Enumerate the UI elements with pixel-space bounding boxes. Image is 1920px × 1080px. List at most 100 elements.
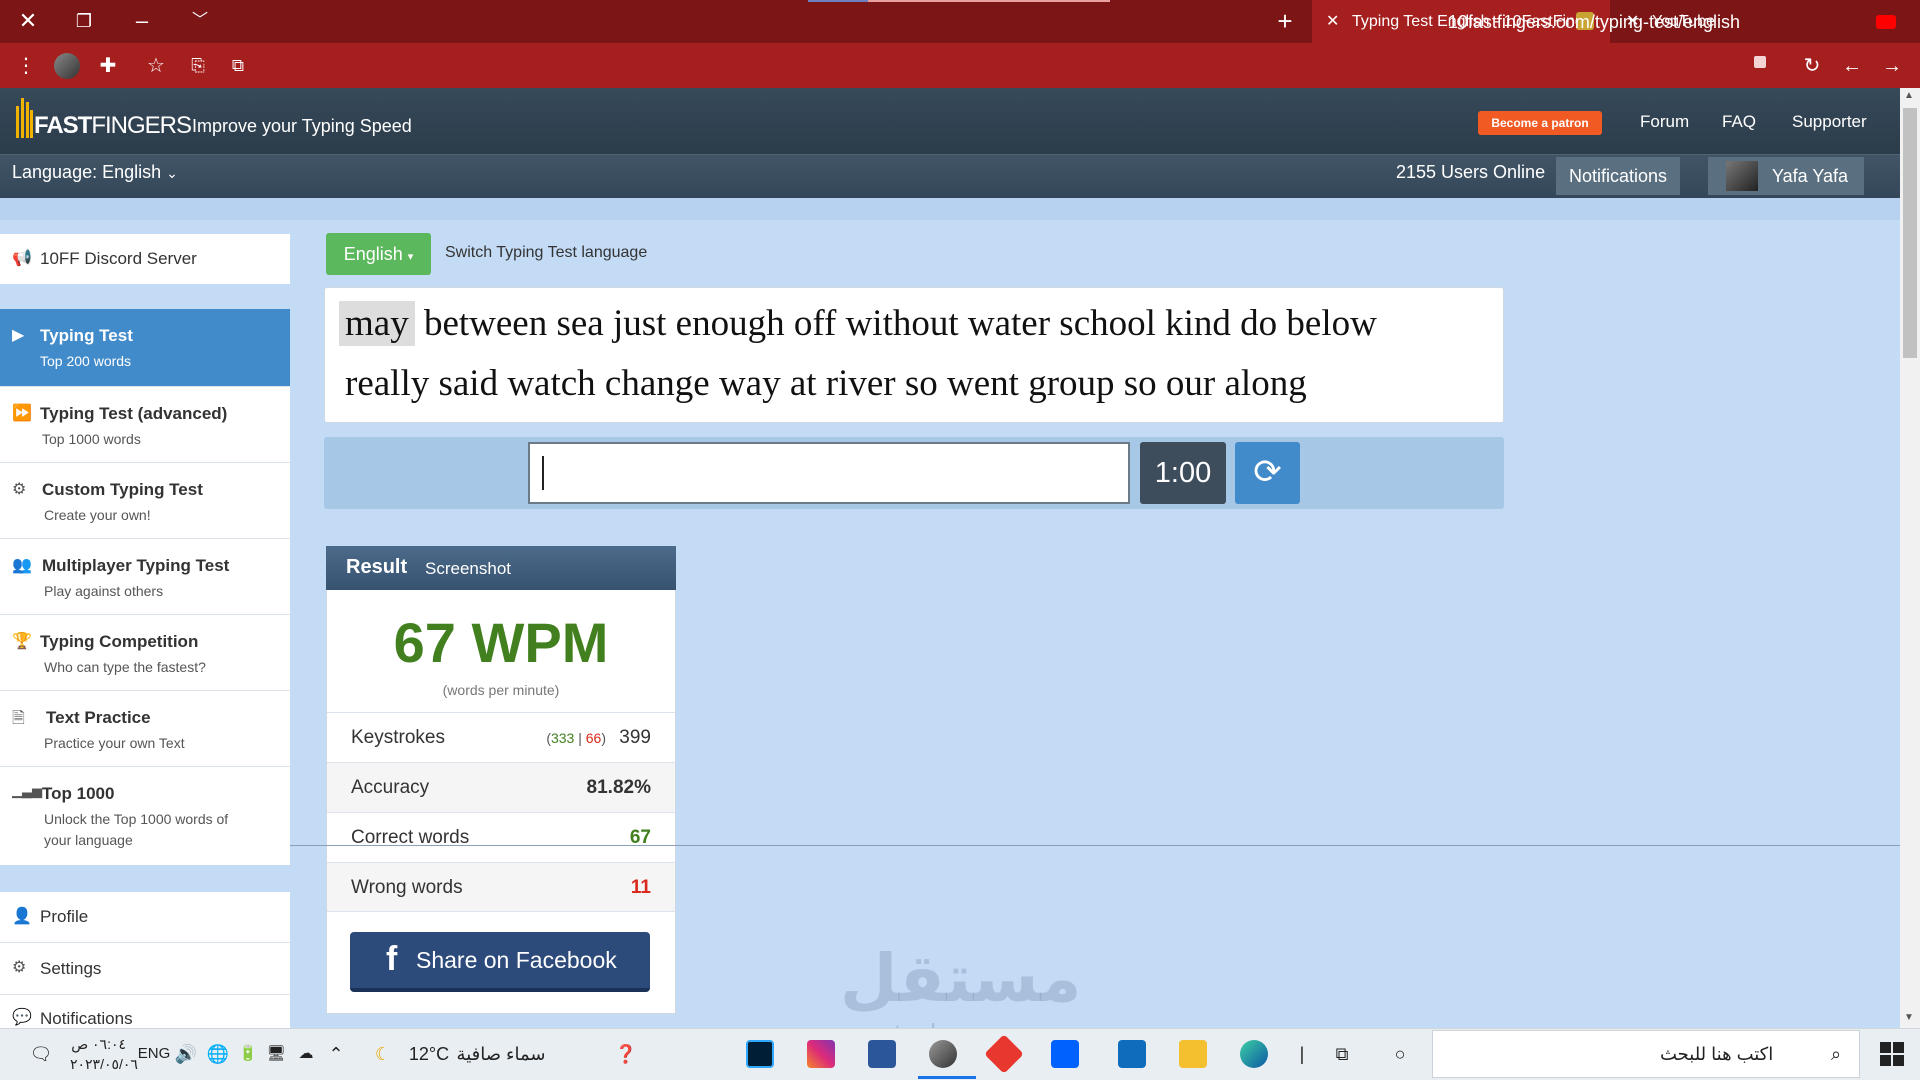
scroll-down-icon[interactable]: ▼ [1904, 1012, 1914, 1023]
lock-icon[interactable] [1754, 56, 1766, 68]
sidebar-item-settings[interactable]: ⚙ Settings [0, 943, 290, 995]
sidebar-item-sub: Top 200 words [40, 353, 132, 369]
word-icon[interactable] [868, 1040, 896, 1068]
extensions-icon[interactable]: ✚ [94, 53, 122, 79]
translate-icon[interactable]: ⧉ [224, 53, 252, 79]
sidebar-item-text-practice[interactable]: 🗎 Text Practice Practice your own Text [0, 691, 290, 767]
clock[interactable]: ٠٦:٠٤ ص ٢٠٢٣/٠٥/٠٦ [70, 1034, 138, 1074]
tab-search-chevron-icon[interactable]: ﹀ [180, 6, 220, 36]
nav-forum[interactable]: Forum [1640, 112, 1689, 132]
sidebar-item-title: Multiplayer Typing Test [42, 556, 230, 575]
become-patron-button[interactable]: Become a patron [1478, 111, 1602, 135]
result-label: Keystrokes [351, 727, 445, 748]
mail-icon[interactable] [1118, 1040, 1146, 1068]
sidebar-item-profile[interactable]: 👤 Profile [0, 892, 290, 943]
timer-display: 1:00 [1140, 442, 1226, 504]
restart-button[interactable]: ⟳ [1235, 442, 1300, 504]
document-icon: 🗎 [12, 710, 25, 727]
profile-avatar[interactable] [54, 53, 80, 79]
device-icon[interactable]: 🖥 [264, 1040, 288, 1068]
sidebar-item-label: 10FF Discord Server [40, 249, 197, 268]
file-explorer-icon[interactable] [1179, 1040, 1207, 1068]
sidebar-item-top-1000[interactable]: ▁▃▅ Top 1000 Unlock the Top 1000 words o… [0, 767, 290, 865]
logo-thin: FINGERS [91, 112, 192, 139]
fast-forward-icon: ⏩ [12, 405, 32, 422]
logo-hand-icon[interactable] [14, 96, 34, 140]
switch-language-label: Switch Typing Test language [445, 244, 648, 261]
volume-icon[interactable]: 🔊 [174, 1040, 198, 1068]
language-selector[interactable]: Language: English ⌄ [12, 162, 178, 183]
url-text[interactable]: 10fastfingers.com/typing-test/english [1448, 12, 1740, 33]
sidebar-item-notifications[interactable]: 💬 Notifications [0, 995, 290, 1028]
menu-dots-icon[interactable]: ⋮ [12, 53, 40, 79]
edge-icon[interactable] [1240, 1040, 1268, 1068]
task-divider-icon: | [1299, 1044, 1305, 1064]
share-icon[interactable]: ⎘ [184, 53, 212, 79]
refresh-icon: ⟳ [1253, 453, 1282, 491]
task-view-icon[interactable]: ⧉ [1328, 1040, 1356, 1068]
tab-indicator-accent [808, 0, 868, 2]
sidebar-item-discord[interactable]: 📢 10FF Discord Server [0, 234, 290, 284]
tab-close-icon[interactable]: ✕ [1326, 0, 1339, 43]
typing-input[interactable] [528, 442, 1130, 504]
wrong-words-value: 11 [630, 877, 651, 898]
weather-temperature[interactable]: 12°C [404, 1040, 454, 1068]
notifications-button[interactable]: Notifications [1556, 157, 1680, 195]
instagram-icon[interactable] [807, 1040, 835, 1068]
network-icon[interactable]: 🌐 [206, 1040, 230, 1068]
scroll-up-icon[interactable]: ▲ [1904, 90, 1914, 101]
sidebar-item-sub: Top 1000 words [42, 431, 141, 447]
photoshop-icon[interactable] [746, 1040, 774, 1068]
cloud-icon[interactable]: ☁ [294, 1040, 318, 1068]
sidebar-item-typing-test[interactable]: ▶ Typing Test Top 200 words [0, 309, 290, 387]
sidebar-item-typing-competition[interactable]: 🏆 Typing Competition Who can type the fa… [0, 615, 290, 691]
user-avatar[interactable] [1726, 161, 1758, 191]
battery-icon[interactable]: 🔋 [236, 1040, 260, 1068]
chevron-up-icon[interactable]: ⌃ [324, 1040, 348, 1068]
help-icon[interactable]: ❓ [612, 1040, 640, 1068]
screenshot-link[interactable]: Screenshot [425, 559, 511, 579]
keystrokes-correct: 333 [550, 730, 575, 746]
caret-down-icon: ▾ [407, 251, 414, 263]
reload-icon[interactable]: ↻ [1798, 53, 1826, 79]
sidebar-item-custom-typing-test[interactable]: ⚙ Custom Typing Test Create your own! [0, 463, 290, 539]
notification-center-icon[interactable]: 🗨 [28, 1040, 54, 1068]
megaphone-icon: 📢 [12, 250, 32, 267]
window-restore-icon[interactable]: ❐ [64, 6, 104, 36]
sidebar-item-title: Typing Test [40, 326, 133, 345]
sidebar-item-sub: Play against others [44, 583, 164, 599]
result-value: (333 | 66) 399 [546, 727, 651, 748]
weather-moon-icon[interactable]: ☾ [370, 1040, 396, 1068]
nav-supporter[interactable]: Supporter [1792, 112, 1867, 132]
active-app-indicator [918, 1076, 976, 1079]
language-dropdown-button[interactable]: English ▾ [326, 233, 431, 275]
sidebar-item-multiplayer[interactable]: 👥 Multiplayer Typing Test Play against o… [0, 539, 290, 615]
search-icon[interactable]: ⌕ [1822, 1040, 1850, 1068]
sidebar-account-card: 👤 Profile ⚙ Settings 💬 Notifications [0, 892, 290, 1028]
dropbox-icon[interactable] [1051, 1040, 1079, 1068]
scrollbar-thumb[interactable] [1903, 108, 1917, 358]
window-minimize-icon[interactable]: – [122, 6, 162, 36]
back-arrow-icon[interactable]: ← [1838, 53, 1866, 79]
taskbar-search-box[interactable] [1432, 1030, 1860, 1078]
site-logo[interactable]: FASTFINGERS [34, 112, 192, 140]
sidebar-item-sub: Unlock the Top 1000 words of your langua… [44, 811, 229, 848]
input-language[interactable]: ENG [134, 1040, 174, 1068]
window-close-icon[interactable]: ✕ [8, 6, 48, 36]
trophy-icon: 🏆 [12, 633, 32, 650]
nav-faq[interactable]: FAQ [1722, 112, 1756, 132]
sidebar-item-typing-test-advanced[interactable]: ⏩ Typing Test (advanced) Top 1000 words [0, 387, 290, 463]
new-tab-button[interactable]: + [1270, 6, 1300, 36]
cortana-icon[interactable]: ○ [1386, 1040, 1414, 1068]
windows-start-icon[interactable] [1880, 1042, 1904, 1066]
result-row-keystrokes: Keystrokes (333 | 66) 399 [327, 712, 675, 762]
youtube-favicon [1876, 15, 1896, 29]
chrome-profile-icon[interactable] [929, 1040, 957, 1068]
header-stripe [0, 198, 1900, 220]
bookmark-star-icon[interactable]: ☆ [142, 53, 170, 79]
weather-text[interactable]: سماء صافية [456, 1040, 546, 1068]
signal-icon: ▁▃▅ [12, 783, 42, 798]
sidebar-item-label: Profile [40, 907, 89, 926]
words-line-2: really said watch change way at river so… [345, 363, 1307, 404]
forward-arrow-icon[interactable]: → [1878, 53, 1906, 79]
